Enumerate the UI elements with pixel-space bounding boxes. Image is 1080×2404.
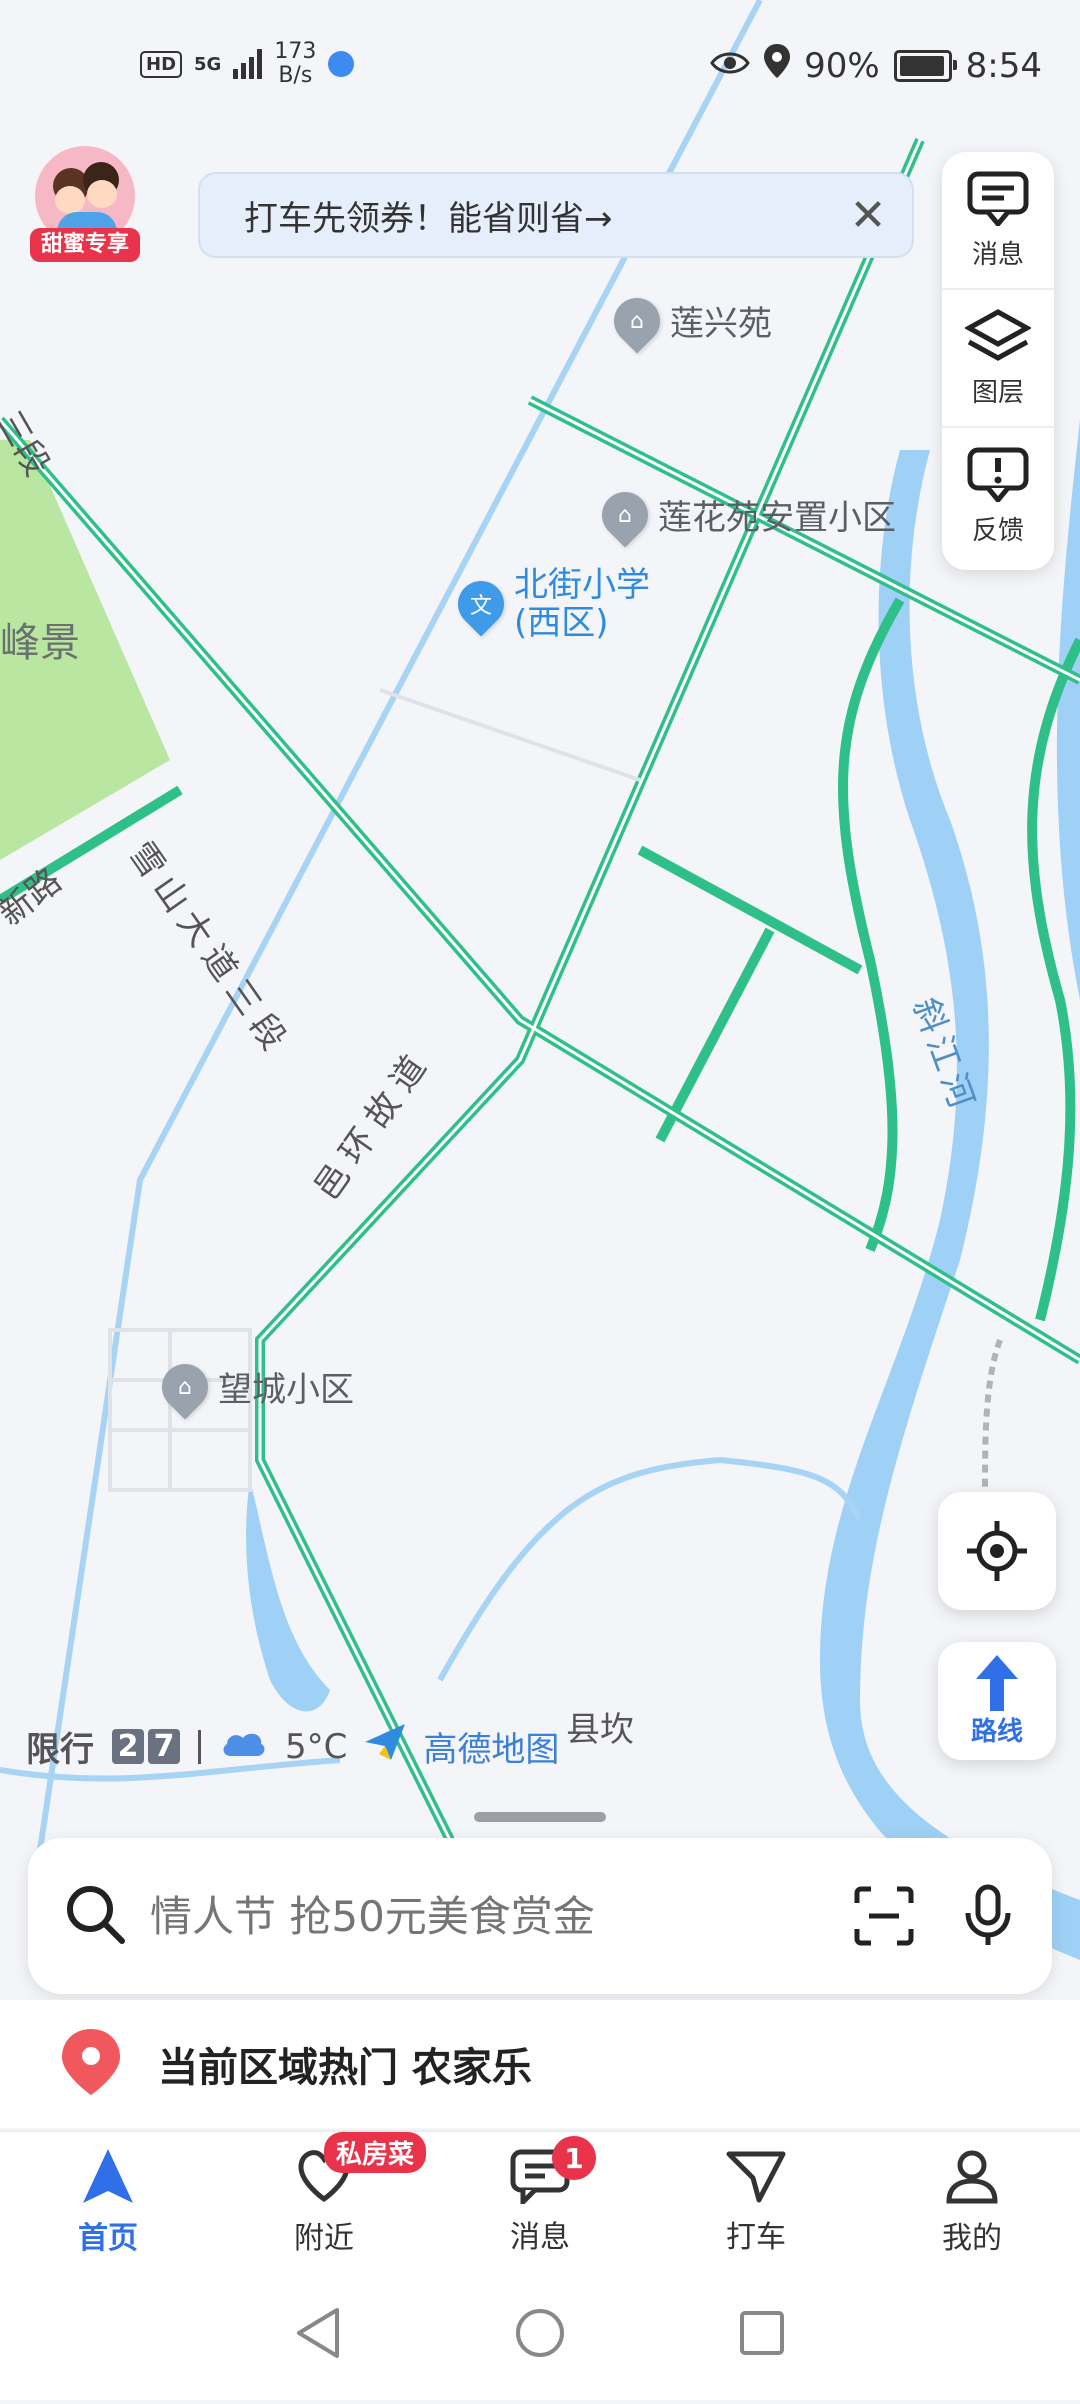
poi-beijie-school[interactable]: 文 北街小学 (西区)	[448, 565, 650, 643]
promo-avatar[interactable]: 甜蜜专享	[30, 146, 140, 262]
tool-messages[interactable]: 消息	[942, 152, 1054, 290]
poi-lianhuayuan[interactable]: ⌂ 莲花苑安置小区	[592, 481, 896, 548]
map-label-xiankan: 县坎	[566, 1710, 634, 1750]
locate-button[interactable]	[938, 1492, 1056, 1610]
tool-layers[interactable]: 图层	[942, 290, 1054, 428]
map-tool-panel: 消息 图层 反馈	[942, 152, 1054, 570]
coupon-banner-text: 打车先领券！能省则省→	[244, 198, 613, 239]
system-nav-bar	[0, 2270, 1080, 2400]
poi-wangcheng[interactable]: ⌂ 望城小区	[152, 1353, 354, 1420]
location-pin-icon	[62, 2029, 120, 2099]
search-bar[interactable]	[28, 1838, 1052, 1994]
poi-lianxingyuan[interactable]: ⌂ 莲兴苑	[604, 287, 772, 354]
roads	[0, 138, 1080, 1843]
nav-taxi[interactable]: 打车	[648, 2132, 864, 2272]
residential-pin-icon: ⌂	[152, 1353, 218, 1420]
search-input[interactable]	[148, 1890, 844, 1942]
temperature: 5°C	[285, 1726, 348, 1767]
poi-beijie-name: 北街小学	[514, 565, 650, 605]
status-bar: HD 5G 173 B/s 90% 8:54	[0, 0, 1080, 130]
map-label-fengjing: 峰景	[0, 620, 80, 666]
close-icon[interactable]: ✕	[838, 185, 898, 245]
taxi-arrow-icon	[726, 2151, 786, 2203]
network-label: 5G	[194, 53, 222, 75]
location-icon	[764, 44, 791, 87]
search-icon	[64, 1883, 126, 1949]
clock: 8:54	[965, 45, 1042, 86]
hd-badge: HD	[140, 50, 183, 78]
bottom-nav: 首页 附近 私房菜 消息 1 打车 我的	[0, 2130, 1080, 2272]
signal-icon	[233, 49, 263, 79]
nav-profile[interactable]: 我的	[864, 2132, 1080, 2272]
map-info-strip: 限行 2 7 5°C 高德地图	[26, 1722, 559, 1771]
drag-handle[interactable]	[474, 1812, 606, 1822]
battery-percent: 90%	[804, 45, 880, 86]
nav-nearby[interactable]: 附近 私房菜	[216, 2132, 432, 2272]
message-icon	[967, 171, 1029, 226]
feedback-icon	[967, 447, 1029, 502]
globe-icon	[328, 51, 355, 77]
eye-icon	[710, 46, 750, 86]
residential-pin-icon: ⌂	[604, 287, 670, 354]
microphone-icon[interactable]	[948, 1876, 1028, 1956]
scan-icon[interactable]	[844, 1876, 924, 1956]
nav-messages[interactable]: 消息 1	[432, 2132, 648, 2272]
restriction-label: 限行	[26, 1730, 94, 1770]
recents-icon[interactable]	[737, 2308, 787, 2362]
residential-pin-icon: ⌂	[592, 481, 658, 548]
navigation-arrow-icon	[83, 2149, 133, 2203]
coupon-banner[interactable]: 打车先领券！能省则省→ ✕	[198, 172, 914, 258]
net-speed: 173 B/s	[274, 39, 317, 88]
tool-feedback[interactable]: 反馈	[942, 428, 1054, 564]
amap-logo-icon	[365, 1724, 406, 1769]
poi-beijie-sub: (西区)	[514, 603, 609, 643]
home-icon[interactable]	[513, 2306, 567, 2364]
battery-icon	[893, 49, 957, 82]
route-button[interactable]: 路线	[938, 1642, 1056, 1760]
crosshair-icon	[967, 1521, 1027, 1581]
message-count-badge: 1	[552, 2136, 596, 2180]
brand-name: 高德地图	[423, 1730, 560, 1770]
route-arrow-icon	[976, 1654, 1018, 1711]
cloud-icon	[219, 1727, 267, 1767]
nearby-tag: 私房菜	[324, 2132, 427, 2173]
promo-ribbon: 甜蜜专享	[30, 228, 140, 262]
back-icon[interactable]	[293, 2306, 343, 2364]
hot-area-row[interactable]: 当前区域热门 农家乐	[0, 2000, 1080, 2128]
person-icon	[946, 2150, 998, 2204]
school-pin-icon: 文	[448, 571, 514, 637]
hot-area-text: 当前区域热门 农家乐	[158, 2045, 532, 2091]
nav-home[interactable]: 首页	[0, 2132, 216, 2272]
restriction-digits: 2 7	[112, 1729, 180, 1764]
layers-icon	[965, 308, 1031, 361]
divider	[198, 1729, 201, 1764]
